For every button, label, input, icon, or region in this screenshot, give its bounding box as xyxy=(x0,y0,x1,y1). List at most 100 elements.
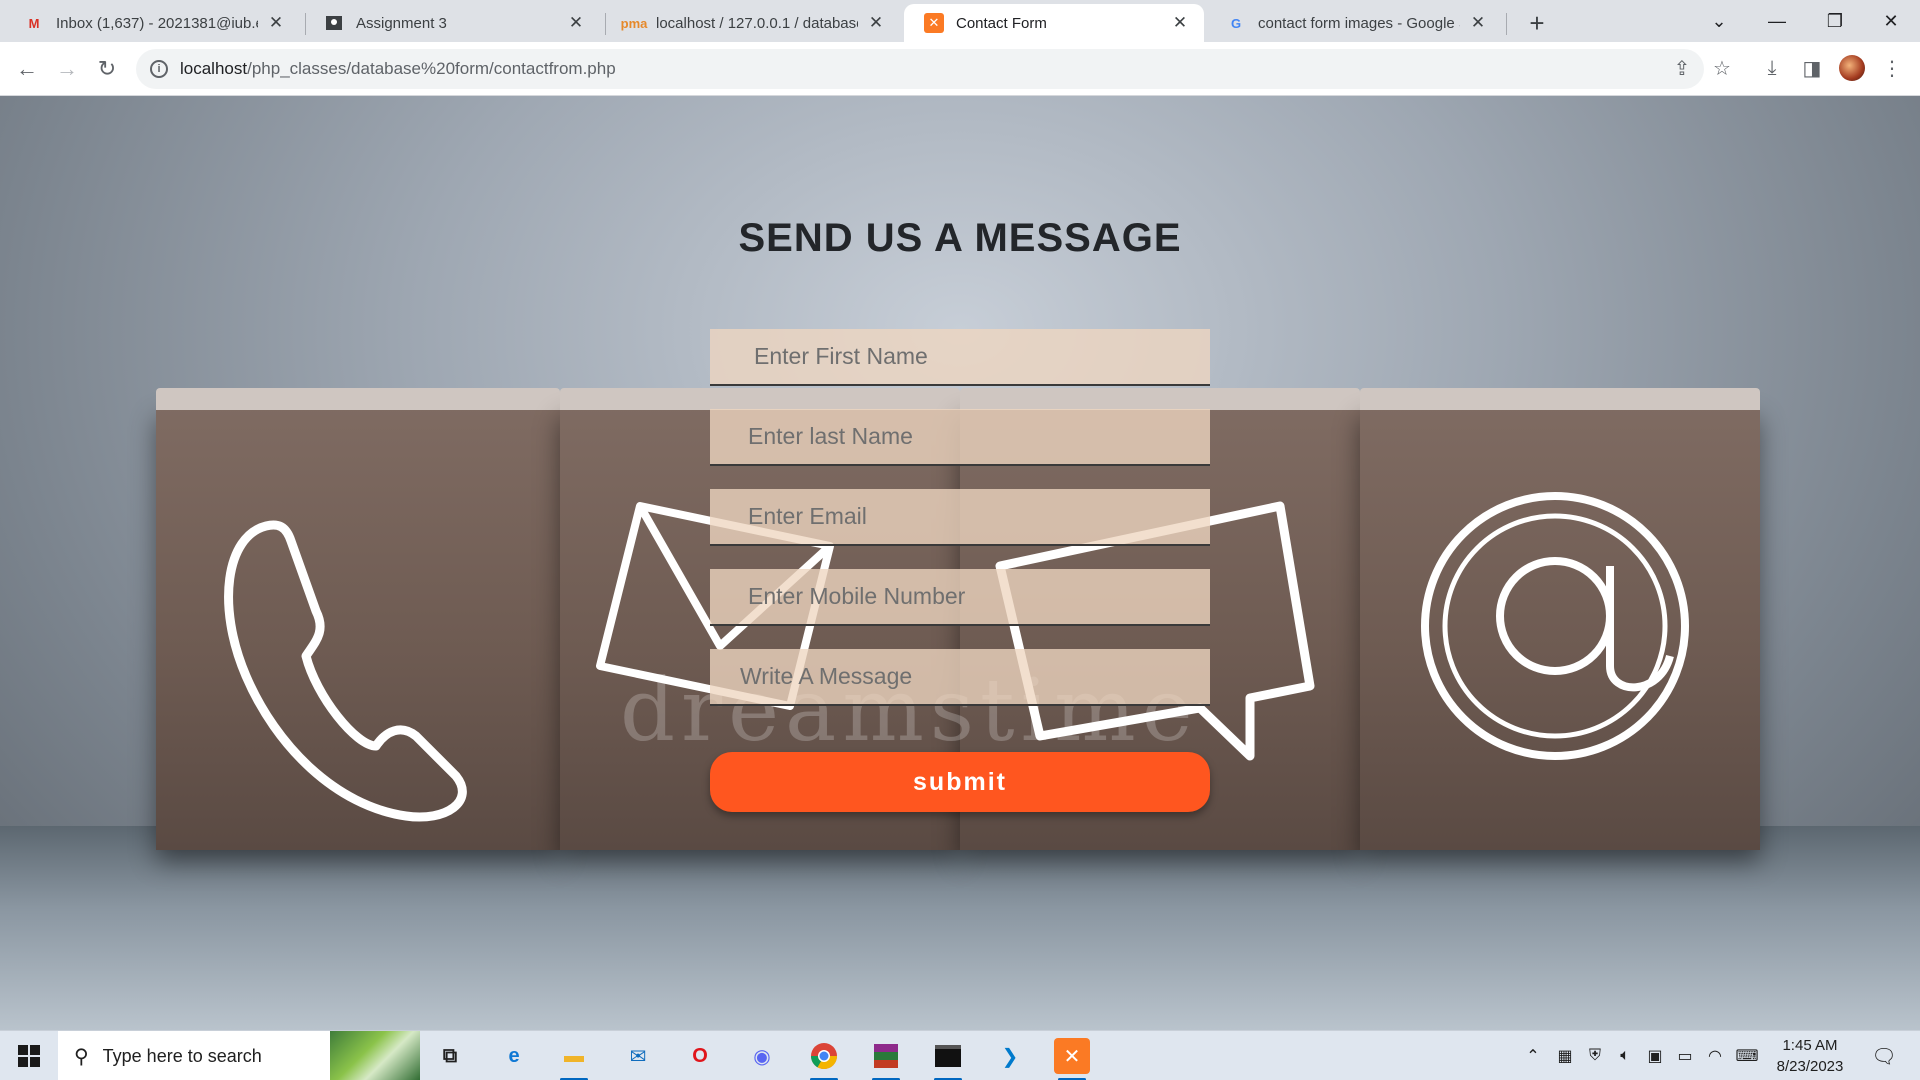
mail-button[interactable]: ✉ xyxy=(620,1038,656,1074)
taskbar-clock[interactable]: 1:45 AM 8/23/2023 xyxy=(1764,1035,1856,1077)
reload-button[interactable]: ↻ xyxy=(90,52,124,86)
submit-button[interactable]: submit xyxy=(710,752,1210,812)
vscode-button[interactable]: ❯ xyxy=(992,1038,1028,1074)
email-input[interactable] xyxy=(710,489,1210,546)
star-icon: ☆ xyxy=(1713,57,1731,80)
minimize-button[interactable]: — xyxy=(1748,0,1806,42)
mail-icon: ✉ xyxy=(629,1045,647,1068)
address-bar[interactable]: i localhost/php_classes/database%20form/… xyxy=(136,49,1704,89)
tab-assignment[interactable]: Assignment 3 ✕ xyxy=(304,4,600,42)
forward-button[interactable]: → xyxy=(50,52,84,86)
speaker-icon: 🔈︎ xyxy=(1620,1047,1630,1064)
tray-app-icon[interactable]: ▦ xyxy=(1552,1031,1578,1080)
discord-icon: ◉ xyxy=(753,1045,771,1068)
minimize-icon: — xyxy=(1768,10,1786,31)
chevron-up-icon: ⌃ xyxy=(1526,1048,1540,1065)
close-icon[interactable]: ✕ xyxy=(566,13,586,33)
new-tab-button[interactable]: + xyxy=(1520,6,1554,40)
shield-icon: ⛨ xyxy=(1588,1047,1601,1064)
terminal-button[interactable] xyxy=(930,1038,966,1080)
close-window-button[interactable]: ✕ xyxy=(1862,0,1920,42)
clock-time: 1:45 AM xyxy=(1782,1037,1838,1054)
side-panel-button[interactable]: ◨ xyxy=(1794,50,1830,86)
tab-title: localhost / 127.0.0.1 / database_f xyxy=(656,14,858,32)
discord-button[interactable]: ◉ xyxy=(744,1038,780,1074)
battery-tray[interactable]: ▭ xyxy=(1672,1031,1698,1080)
chrome-icon xyxy=(810,1043,838,1070)
close-icon[interactable]: ✕ xyxy=(1468,13,1488,33)
meet-tray[interactable]: ▣ xyxy=(1642,1031,1668,1080)
search-highlight-image xyxy=(330,1031,420,1080)
info-icon[interactable]: i xyxy=(150,60,168,78)
tab-strip: M Inbox (1,637) - 2021381@iub.edu ✕ Assi… xyxy=(0,0,1920,42)
search-icon: ⚲ xyxy=(74,1045,89,1068)
clock-date: 8/23/2023 xyxy=(1776,1058,1844,1075)
contact-page: dreamstime SEND US A MESSAGE submit xyxy=(0,96,1920,1030)
tab-search-button[interactable]: ⌄ xyxy=(1690,0,1748,42)
menu-button[interactable]: ⋮ xyxy=(1874,50,1910,86)
profile-avatar[interactable] xyxy=(1834,50,1870,86)
first-name-input[interactable] xyxy=(710,329,1210,386)
keyboard-tray[interactable]: ⌨ xyxy=(1732,1031,1762,1080)
close-icon[interactable]: ✕ xyxy=(866,13,886,33)
chrome-button[interactable] xyxy=(806,1038,842,1080)
tab-title: Assignment 3 xyxy=(356,14,447,32)
wifi-icon: ◠ xyxy=(1708,1048,1722,1065)
reload-icon: ↻ xyxy=(97,56,117,81)
keyboard-icon: ⌨ xyxy=(1735,1048,1759,1065)
gmail-icon: M xyxy=(28,15,40,31)
restore-button[interactable]: ❐ xyxy=(1806,0,1864,42)
tab-phpmyadmin[interactable]: pma localhost / 127.0.0.1 / database_f ✕ xyxy=(604,4,900,42)
tab-contact-form[interactable]: ✕ Contact Form ✕ xyxy=(904,4,1204,42)
bookmark-button[interactable]: ☆ xyxy=(1704,50,1740,86)
downloads-button[interactable]: ⤓ xyxy=(1754,50,1790,86)
windows-logo-icon xyxy=(18,1045,40,1067)
share-icon: ⇪ xyxy=(1673,57,1691,80)
task-view-button[interactable]: ⧉ xyxy=(432,1038,468,1074)
edge-button[interactable]: e xyxy=(496,1038,532,1074)
notification-icon: 🗨︎ xyxy=(1871,1045,1897,1068)
file-explorer-button[interactable]: ▬ xyxy=(556,1038,592,1080)
google-icon: G xyxy=(1230,15,1242,31)
close-icon[interactable]: ✕ xyxy=(266,13,286,33)
close-icon[interactable]: ✕ xyxy=(1170,13,1190,33)
opera-button[interactable]: O xyxy=(682,1038,718,1074)
tab-google-search[interactable]: G contact form images - Google Se ✕ xyxy=(1206,4,1502,42)
phone-block xyxy=(156,388,560,850)
restore-icon: ❐ xyxy=(1826,10,1844,31)
winrar-icon xyxy=(874,1044,898,1068)
tray-overflow-button[interactable]: ⌃ xyxy=(1520,1031,1546,1080)
last-name-input[interactable] xyxy=(710,409,1210,466)
security-tray[interactable]: ⛨ xyxy=(1582,1031,1608,1080)
edge-icon: e xyxy=(508,1044,520,1067)
tab-title: contact form images - Google Se xyxy=(1258,14,1460,32)
form-heading: SEND US A MESSAGE xyxy=(738,216,1182,260)
xampp-icon: ✕ xyxy=(1063,1045,1081,1068)
mobile-input[interactable] xyxy=(710,569,1210,626)
tab-title: Inbox (1,637) - 2021381@iub.edu xyxy=(56,14,258,32)
download-icon: ⤓ xyxy=(1767,56,1777,79)
taskbar-search[interactable]: ⚲ Type here to search xyxy=(58,1031,420,1080)
search-placeholder: Type here to search xyxy=(102,1045,262,1066)
phone-icon xyxy=(224,520,467,822)
start-button[interactable] xyxy=(0,1031,58,1080)
tab-title: Contact Form xyxy=(956,14,1047,32)
tab-gmail-inbox[interactable]: M Inbox (1,637) - 2021381@iub.edu ✕ xyxy=(4,4,300,42)
close-icon: ✕ xyxy=(1883,10,1899,31)
arrow-right-icon: → xyxy=(56,56,78,81)
xampp-button[interactable]: ✕ xyxy=(1054,1038,1090,1080)
url-host: localhost xyxy=(180,59,248,78)
message-input[interactable] xyxy=(710,649,1210,706)
volume-tray[interactable]: 🔈︎ xyxy=(1612,1031,1638,1080)
xampp-icon: ✕ xyxy=(924,13,944,33)
avatar xyxy=(1839,55,1865,81)
kebab-menu-icon: ⋮ xyxy=(1882,57,1902,80)
windows-taskbar: ⚲ Type here to search ⧉ e ▬ ✉ O ◉ ❯ ✕ ⌃ … xyxy=(0,1030,1920,1080)
network-tray[interactable]: ◠ xyxy=(1702,1031,1728,1080)
back-button[interactable]: ← xyxy=(10,52,44,86)
winrar-button[interactable] xyxy=(868,1038,904,1080)
share-button[interactable]: ⇪ xyxy=(1664,50,1700,86)
notifications-button[interactable]: 🗨︎ xyxy=(1864,1031,1904,1080)
side-panel-icon: ◨ xyxy=(1802,57,1822,80)
at-sign-block xyxy=(1360,388,1760,850)
